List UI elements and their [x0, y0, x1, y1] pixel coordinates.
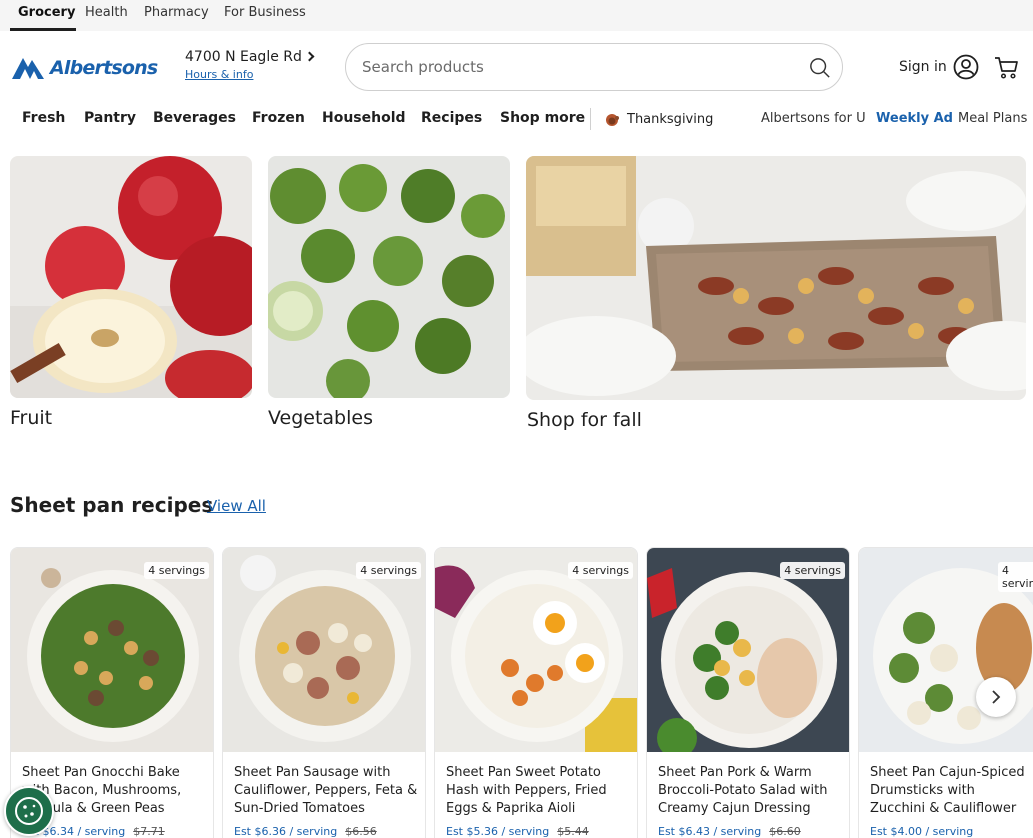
recipe-title: Sheet Pan Pork & Warm Broccoli-Potato Sa…: [658, 765, 828, 816]
tab-for-business[interactable]: For Business: [224, 5, 306, 20]
price-text: Est $5.36 / serving: [446, 825, 550, 838]
category-label-shop-for-fall[interactable]: Shop for fall: [527, 409, 642, 431]
price-text: Est $6.36 / serving: [234, 825, 338, 838]
recipe-card[interactable]: 4 servings Sheet Pan Sweet Potato Hash w…: [434, 547, 638, 838]
store-address-text: 4700 N Eagle Rd: [185, 49, 302, 65]
recipe-price: Est $4.00 / serving: [870, 825, 973, 838]
recipe-price: Est $5.36 / serving $5.44: [446, 825, 589, 838]
tab-pharmacy[interactable]: Pharmacy: [144, 5, 209, 20]
albertsons-for-u-link[interactable]: Albertsons for U: [761, 111, 866, 126]
view-all-link[interactable]: View All: [207, 497, 266, 515]
meal-plans-link[interactable]: Meal Plans: [958, 111, 1027, 126]
recipe-title: Sheet Pan Sweet Potato Hash with Peppers…: [446, 765, 607, 816]
recipe-card[interactable]: 4 servings Sheet Pan Sausage with Caulif…: [222, 547, 426, 838]
nav-pantry[interactable]: Pantry: [84, 110, 136, 126]
thanksgiving-label: Thanksgiving: [627, 112, 714, 127]
category-label-fruit[interactable]: Fruit: [10, 407, 52, 429]
nav-divider: [590, 108, 591, 130]
carousel-next-button[interactable]: [976, 677, 1016, 717]
chevron-right-icon: [992, 690, 1001, 704]
logo-text: Albertsons: [50, 57, 158, 79]
recipe-title: Sheet Pan Cajun-Spiced Drumsticks with Z…: [870, 765, 1025, 816]
category-label-vegetables[interactable]: Vegetables: [268, 407, 373, 429]
cookie-preferences-button[interactable]: [4, 786, 54, 836]
nav-thanksgiving[interactable]: Thanksgiving: [605, 112, 713, 127]
chevron-right-icon: [304, 51, 315, 62]
old-price: $5.44: [557, 825, 589, 838]
recipe-title: Sheet Pan Sausage with Cauliflower, Pepp…: [234, 765, 418, 816]
albertsons-logo[interactable]: Albertsons: [10, 55, 158, 81]
nav-recipes[interactable]: Recipes: [421, 110, 482, 126]
price-text: Est $4.00 / serving: [870, 825, 974, 838]
nav-shop-more[interactable]: Shop more: [500, 110, 585, 126]
apple-photo: [10, 156, 252, 398]
top-tab-strip: Grocery Health Pharmacy For Business: [0, 0, 1033, 31]
servings-badge: 4 servings: [780, 562, 845, 579]
recipe-card[interactable]: 4 servings Sheet Pan Pork & Warm Broccol…: [646, 547, 850, 838]
fall-sheet-pan-photo: [526, 156, 1026, 396]
old-price: $7.71: [133, 825, 165, 838]
search-input[interactable]: [362, 56, 782, 78]
cart-icon[interactable]: [994, 55, 1019, 80]
servings-badge: 4 servings: [568, 562, 633, 579]
recipe-price: Est $6.36 / serving $6.56: [234, 825, 377, 838]
old-price: $6.56: [345, 825, 377, 838]
tab-health[interactable]: Health: [85, 5, 128, 20]
shop-for-fall-image[interactable]: [526, 156, 1026, 400]
sign-in-link[interactable]: Sign in: [899, 59, 947, 75]
section-title-sheet-pan-recipes: Sheet pan recipes: [10, 493, 214, 517]
recipe-price: Est $6.43 / serving $6.60: [658, 825, 801, 838]
turkey-icon: [606, 113, 619, 126]
servings-badge: 4 servings: [144, 562, 209, 579]
price-text: Est $6.43 / serving: [658, 825, 762, 838]
tab-grocery[interactable]: Grocery: [18, 5, 75, 20]
active-tab-indicator: [10, 28, 76, 31]
servings-badge: 4 servings: [356, 562, 421, 579]
brussels-sprouts-photo: [268, 164, 505, 398]
nav-household[interactable]: Household: [322, 110, 406, 126]
store-address[interactable]: 4700 N Eagle Rd: [185, 49, 315, 65]
albertsons-logo-icon: [12, 58, 44, 79]
servings-badge: 4 servings: [998, 562, 1033, 592]
vegetables-category-image[interactable]: [268, 156, 510, 398]
search-icon[interactable]: [809, 57, 831, 79]
account-icon[interactable]: [953, 54, 979, 80]
search-bar[interactable]: [345, 43, 843, 91]
weekly-ad-link[interactable]: Weekly Ad: [876, 111, 953, 126]
nav-frozen[interactable]: Frozen: [252, 110, 305, 126]
cookie-icon: [15, 797, 43, 825]
old-price: $6.60: [769, 825, 801, 838]
fruit-category-image[interactable]: [10, 156, 252, 398]
nav-beverages[interactable]: Beverages: [153, 110, 236, 126]
hours-info-link[interactable]: Hours & info: [185, 68, 253, 81]
nav-fresh[interactable]: Fresh: [22, 110, 65, 126]
